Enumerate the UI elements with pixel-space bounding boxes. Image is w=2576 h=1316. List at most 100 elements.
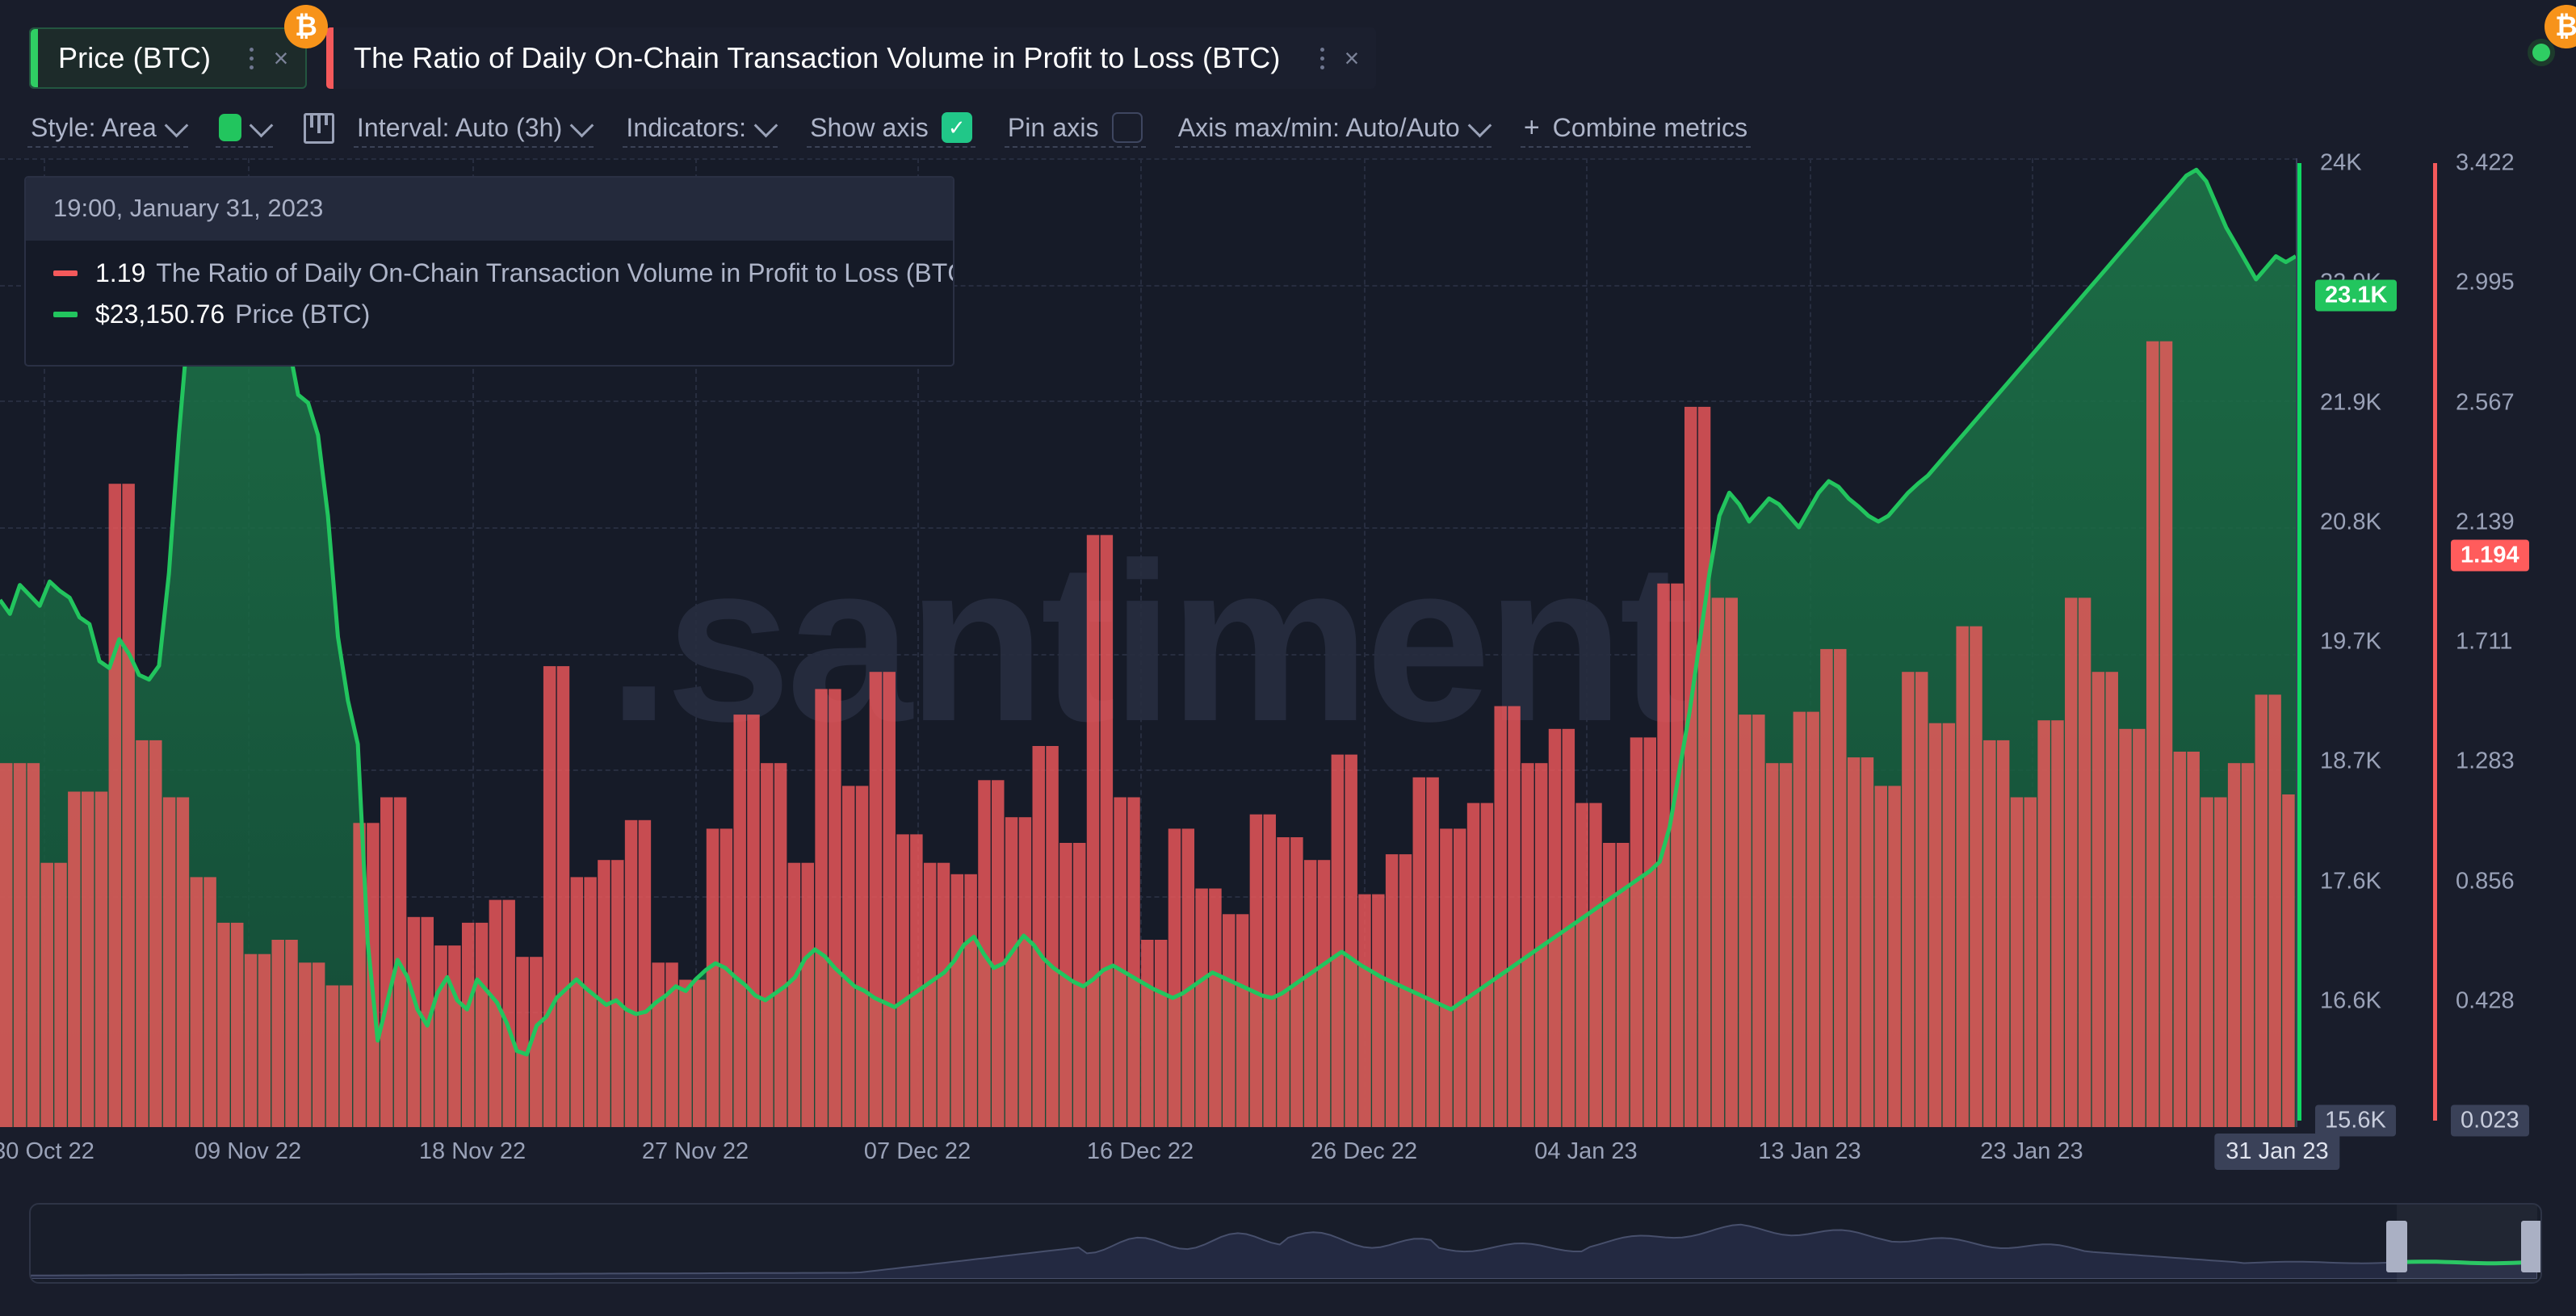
ratio-column [1005,817,1018,1127]
ratio-column [230,922,244,1127]
ratio-column [1317,860,1331,1127]
ratio-column [0,763,13,1127]
navigator-handle-left[interactable] [2386,1221,2408,1272]
tab-accent-ratio [326,27,334,89]
ratio-axis[interactable]: 3.422 2.995 2.567 2.139 1.711 1.283 0.856 0.428… [2433,150,2576,1145]
combine-metrics-button[interactable]: + Combine metrics [1520,109,1752,148]
range-selector[interactable] [29,1203,2542,1284]
close-icon[interactable]: × [265,45,297,71]
navigator-selected-range[interactable] [2397,1205,2537,1282]
tab-accent-price [31,29,38,87]
interval-dropdown[interactable]: Interval: Auto (3h) [353,109,594,148]
kebab-icon[interactable] [1308,40,1336,76]
navigator-area [31,1223,2538,1280]
ratio-column [1440,828,1453,1127]
axis-current-value-pill: 1.194 [2451,539,2529,572]
ratio-column [1195,888,1208,1127]
x-axis-tick-label: 26 Dec 22 [1310,1138,1418,1164]
tooltip-row-value: 1.19 [95,258,146,287]
ratio-column [1983,740,1996,1127]
ratio-column [1345,754,1357,1127]
color-dropdown[interactable] [215,109,274,148]
axis-tick-label: 17.6K [2320,868,2381,894]
close-icon[interactable]: × [1336,45,1368,71]
axis-tick-label: 0.856 [2456,868,2515,894]
ratio-column [1697,406,1711,1127]
ratio-column [652,962,665,1127]
ratio-column [325,985,339,1127]
ratio-column [1711,597,1725,1127]
ratio-column [1223,914,1236,1127]
ratio-column [1480,803,1494,1127]
ratio-column [598,860,610,1127]
ratio-column [1739,715,1752,1127]
chart-type-icon-button[interactable] [300,110,338,147]
ratio-column [2282,794,2295,1127]
ratio-column [950,874,964,1127]
ratio-column [108,484,122,1127]
axis-minmax-label: Axis max/min: Auto/Auto [1177,112,1460,142]
tooltip-row-price: $23,150.76 Price (BTC) [53,300,925,329]
chevron-down-icon [249,113,274,137]
ratio-column [1861,757,1874,1127]
ratio-column [2173,752,2187,1127]
ratio-column [475,922,489,1127]
axis-minmax-dropdown[interactable]: Axis max/min: Auto/Auto [1174,109,1492,148]
axis-tick-label: 2.567 [2456,389,2515,415]
x-axis-tick-label: 27 Nov 22 [641,1138,749,1164]
chart-tooltip: 19:00, January 31, 2023 1.19 The Ratio o… [24,176,954,367]
axis-min-pill: 15.6K [2315,1104,2396,1137]
show-axis-toggle[interactable]: Show axis ✓ [807,109,975,148]
metric-tab-price[interactable]: Price (BTC) × [29,27,307,89]
ratio-column [1508,706,1521,1127]
kebab-icon[interactable] [237,40,265,76]
ratio-column [896,834,909,1127]
ratio-column [1548,728,1562,1127]
ratio-column [1127,797,1140,1127]
ratio-column [1956,626,1969,1127]
ratio-column [162,797,176,1127]
ratio-column [2146,341,2159,1127]
ratio-column [923,862,937,1127]
pin-axis-checkbox[interactable] [1111,112,1143,143]
ratio-column [624,819,638,1127]
navigator-handle-right[interactable] [2521,1221,2540,1272]
ratio-column [1521,763,1534,1127]
ratio-column [217,922,230,1127]
pin-axis-toggle[interactable]: Pin axis [1004,109,1146,148]
ratio-column [2227,763,2241,1127]
ratio-column [1779,763,1793,1127]
style-dropdown[interactable]: Style: Area [27,109,189,148]
tooltip-row-name: The Ratio of Daily On-Chain Transaction … [156,258,954,287]
ratio-column [1684,406,1697,1127]
price-axis[interactable]: 24K22.9K21.9K20.8K19.7K18.7K17.6K16.6K15… [2297,150,2435,1145]
metric-tab-ratio[interactable]: The Ratio of Daily On-Chain Transaction … [326,27,1376,89]
x-axis: 30 Oct 22 09 Nov 22 18 Nov 22 27 Nov 22 07 D… [0,1134,2576,1184]
price-axis-line [2297,163,2301,1121]
metric-tab-label: Price (BTC) [58,41,212,74]
ratio-column [855,786,869,1127]
axis-tick-label: 2.995 [2456,269,2515,295]
indicators-dropdown[interactable]: Indicators: [623,109,778,148]
ratio-column [1426,777,1439,1127]
ratio-column [2241,763,2255,1127]
ratio-column [2214,797,2227,1127]
show-axis-label: Show axis [810,112,929,142]
ratio-column [502,899,515,1127]
axis-tick-label: 0.428 [2456,987,2515,1014]
show-axis-checkbox[interactable]: ✓ [941,112,972,143]
ratio-column [1018,817,1032,1127]
ratio-column [1603,843,1616,1127]
ratio-column [40,862,53,1127]
ratio-column [1765,763,1779,1127]
tooltip-rows: 1.19 The Ratio of Daily On-Chain Transac… [26,241,953,365]
ratio-column [244,953,258,1127]
ratio-column [1630,737,1643,1127]
ratio-column [2255,694,2268,1127]
ratio-column [1114,797,1126,1127]
ratio-column [489,899,502,1127]
ratio-column [2065,597,2078,1127]
ratio-column [1671,583,1684,1127]
axis-tick-label: 19.7K [2320,628,2381,655]
ratio-column [1059,843,1072,1127]
